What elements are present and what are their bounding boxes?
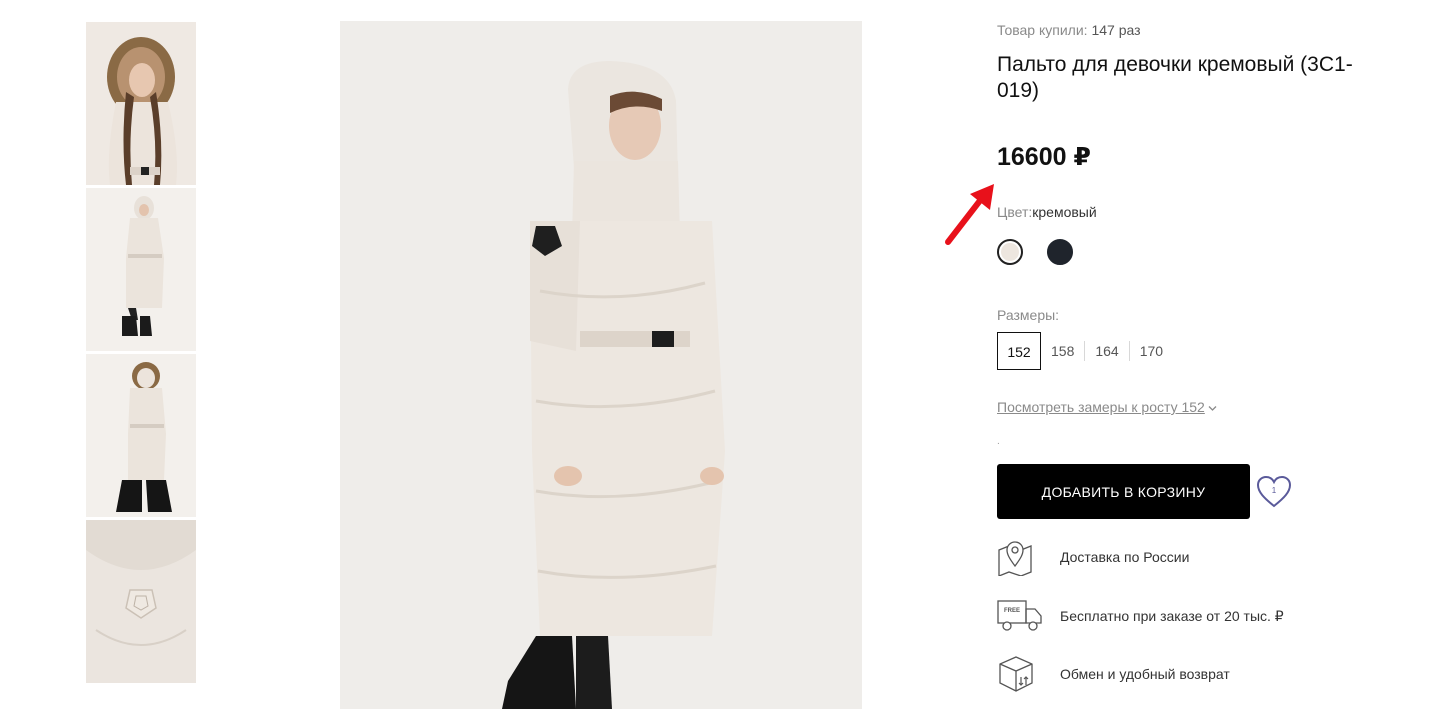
- purchase-counter: Товар купили: 147 раз: [997, 22, 1141, 38]
- heart-icon: 1: [1256, 475, 1292, 508]
- thumbnail-full-front[interactable]: [86, 188, 196, 351]
- purchased-label: Товар купили:: [997, 22, 1088, 38]
- feature-delivery-text: Доставка по России: [1060, 549, 1190, 565]
- color-selector-label: Цвет:кремовый: [997, 204, 1097, 220]
- favorite-count: 1: [1272, 486, 1277, 495]
- feature-delivery: Доставка по России: [997, 538, 1417, 578]
- chevron-down-icon: [1208, 399, 1217, 415]
- feature-free-shipping-text: Бесплатно при заказе от 20 тыс. ₽: [1060, 608, 1284, 624]
- purchased-count: 147 раз: [1091, 22, 1141, 38]
- color-swatch-navy[interactable]: [1047, 239, 1073, 265]
- feature-returns-text: Обмен и удобный возврат: [1060, 666, 1230, 682]
- size-option-158[interactable]: 158: [1041, 341, 1084, 361]
- color-label: Цвет:: [997, 204, 1033, 220]
- exchange-box-icon: [999, 656, 1033, 692]
- color-swatch-cream[interactable]: [997, 239, 1023, 265]
- size-option-164[interactable]: 164: [1084, 341, 1128, 361]
- measure-link-text: Посмотреть замеры к росту 152: [997, 399, 1205, 415]
- sizes-label: Размеры:: [997, 307, 1060, 323]
- add-to-cart-button[interactable]: ДОБАВИТЬ В КОРЗИНУ: [997, 464, 1250, 519]
- size-option-152[interactable]: 152: [997, 332, 1041, 370]
- size-selector: 152 158 164 170: [997, 331, 1173, 371]
- size-option-170[interactable]: 170: [1128, 341, 1173, 361]
- thumbnail-full-back[interactable]: [86, 354, 196, 517]
- product-title: Пальто для девочки кремовый (3С1-019): [997, 53, 1353, 102]
- favorite-button[interactable]: 1: [1256, 475, 1292, 509]
- thumbnail-front-fur-hood[interactable]: [86, 22, 196, 185]
- thumbnail-gallery: [86, 22, 196, 686]
- svg-text:FREE: FREE: [1004, 608, 1020, 614]
- feature-free-shipping: FREE Бесплатно при заказе от 20 тыс. ₽: [997, 597, 1417, 637]
- coat-main-photo[interactable]: [340, 21, 862, 709]
- feature-returns: Обмен и удобный возврат: [997, 655, 1417, 695]
- size-measurements-link[interactable]: Посмотреть замеры к росту 152: [997, 399, 1217, 415]
- separator-dot: .: [997, 436, 1000, 447]
- map-pin-icon: [998, 541, 1032, 576]
- color-value: кремовый: [1032, 204, 1097, 220]
- red-arrow-pointer: [945, 184, 994, 245]
- thumbnail-hood-logo-detail[interactable]: [86, 520, 196, 683]
- product-price: 16600 ₽: [997, 143, 1091, 171]
- delivery-truck-icon: FREE: [997, 600, 1042, 631]
